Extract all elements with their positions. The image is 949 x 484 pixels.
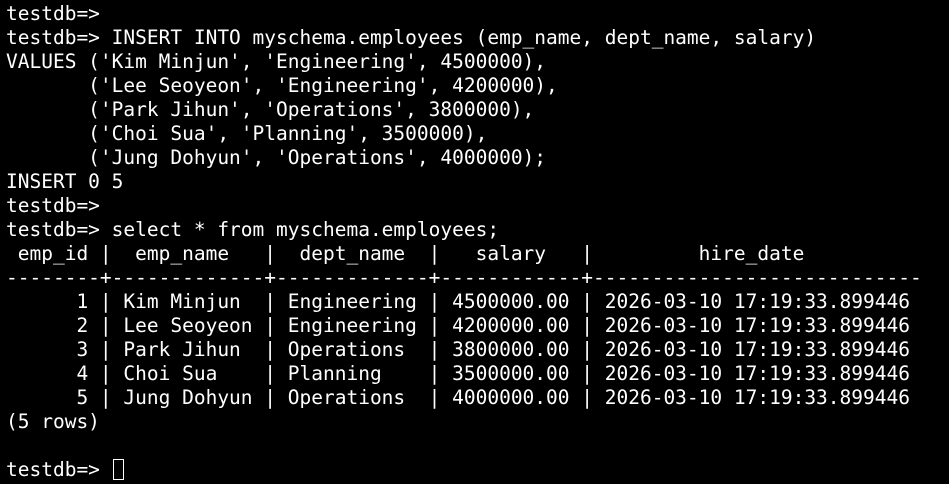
table-row: 3 | Park Jihun | Operations | 3800000.00… (6, 338, 910, 361)
table-row: 4 | Choi Sua | Planning | 3500000.00 | 2… (6, 362, 910, 385)
terminal-line: testdb=> (6, 2, 100, 25)
terminal-line: testdb=> (6, 194, 100, 217)
terminal-line: ('Choi Sua', 'Planning', 3500000), (6, 122, 488, 145)
terminal-line: INSERT 0 5 (6, 170, 124, 193)
prompt-line[interactable]: testdb=> (6, 458, 949, 482)
table-row: 5 | Jung Dohyun | Operations | 4000000.0… (6, 386, 910, 409)
terminal-line: testdb=> select * from myschema.employee… (6, 218, 500, 241)
table-header: emp_id | emp_name | dept_name | salary |… (6, 242, 805, 265)
prompt-text: testdb=> (6, 458, 112, 481)
table-row: 1 | Kim Minjun | Engineering | 4500000.0… (6, 290, 910, 313)
terminal-window[interactable]: testdb=> testdb=> INSERT INTO myschema.e… (0, 0, 949, 484)
terminal-line: testdb=> INSERT INTO myschema.employees … (6, 26, 817, 49)
text-cursor[interactable] (112, 459, 124, 480)
table-separator: --------+-------------+-------------+---… (6, 266, 922, 289)
terminal-line: VALUES ('Kim Minjun', 'Engineering', 450… (6, 50, 547, 73)
terminal-line: ('Park Jihun', 'Operations', 3800000), (6, 98, 535, 121)
table-row: 2 | Lee Seoyeon | Engineering | 4200000.… (6, 314, 910, 337)
row-count: (5 rows) (6, 410, 100, 433)
terminal-line: ('Lee Seoyeon', 'Engineering', 4200000), (6, 74, 558, 97)
terminal-line: ('Jung Dohyun', 'Operations', 4000000); (6, 146, 547, 169)
